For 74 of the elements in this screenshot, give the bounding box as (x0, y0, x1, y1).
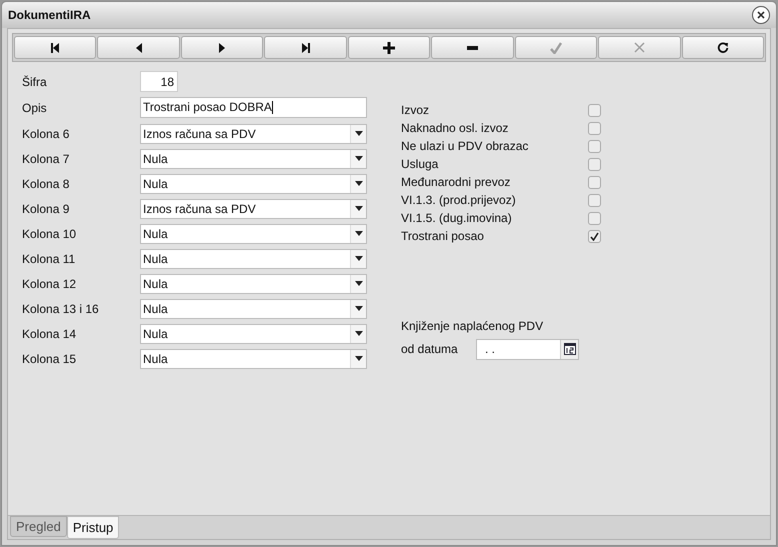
caret-icon (354, 231, 362, 236)
close-button[interactable] (752, 6, 770, 24)
option-label: Usluga (401, 156, 440, 173)
dropdown[interactable]: Nula (140, 248, 367, 268)
close-icon (757, 11, 765, 19)
toolbar-button[interactable] (264, 36, 347, 59)
option-label: VI.1.5. (dug.imovina) (401, 210, 513, 227)
dropdown[interactable]: Iznos računa sa PDV (140, 198, 367, 218)
caret-icon (354, 256, 362, 261)
close-icon (634, 42, 645, 53)
option-label: Trostrani posao (401, 228, 485, 245)
dropdown[interactable]: Iznos računa sa PDV (140, 124, 367, 144)
checkbox[interactable] (588, 194, 601, 206)
caret-icon (354, 306, 362, 311)
field-label: Kolona 6 (22, 126, 70, 142)
date-field[interactable]: . . (476, 338, 579, 360)
checkbox[interactable] (588, 140, 601, 152)
caret-icon (354, 131, 362, 136)
field-label: Kolona 8 (22, 176, 70, 192)
checkbox[interactable] (588, 176, 601, 188)
checkmark-icon (550, 42, 562, 54)
caret-icon (354, 281, 362, 286)
tab[interactable]: Pregled (10, 516, 67, 537)
checkbox[interactable] (588, 230, 601, 242)
checkbox[interactable] (588, 104, 601, 116)
skip-forward-icon (300, 42, 311, 54)
field-label: Kolona 7 (22, 150, 70, 168)
dropdown[interactable]: Nula (140, 324, 367, 344)
caret-icon (354, 356, 362, 361)
window-title: DokumentiIRA (8, 7, 91, 24)
field-label: Kolona 11 (22, 250, 76, 268)
refresh-icon (716, 42, 729, 54)
triangle-right-icon (219, 42, 226, 52)
field-label: Kolona 12 (22, 276, 78, 292)
skip-back-icon (50, 42, 60, 54)
caret-icon (354, 156, 362, 161)
field-label: Kolona 9 (22, 200, 70, 218)
dropdown[interactable]: Nula (140, 224, 367, 244)
checkmark-icon (590, 232, 599, 240)
field-label: Opis (22, 100, 48, 116)
caret-icon (354, 331, 362, 336)
toolbar-button[interactable] (348, 36, 430, 59)
checkbox[interactable] (588, 122, 601, 134)
field-label: Kolona 14 (22, 326, 78, 342)
field-label: Šifra (22, 74, 48, 90)
checkbox[interactable] (588, 212, 601, 224)
calendar-icon (564, 343, 576, 355)
minus-icon (466, 46, 478, 50)
option-label: VI.1.3. (prod.prijevoz) (401, 192, 517, 209)
toolbar-button[interactable] (14, 36, 96, 59)
field-label: Kolona 13 i 16 (22, 300, 100, 318)
dropdown[interactable]: Nula (140, 298, 367, 318)
toolbar-button[interactable] (682, 36, 764, 59)
option-label: Međunarodni prevoz (401, 174, 512, 191)
description-field[interactable]: Trostrani posao DOBRA (140, 97, 367, 118)
field-label: Kolona 15 (22, 350, 78, 368)
option-label: Naknadno osl. izvoz (401, 120, 510, 137)
caret-icon (354, 206, 362, 211)
dropdown[interactable]: Nula (140, 274, 367, 294)
option-label: Ne ulazi u PDV obrazac (401, 138, 530, 155)
toolbar-button[interactable] (431, 36, 514, 59)
plus-icon (382, 42, 395, 54)
checkbox[interactable] (588, 158, 601, 170)
tab[interactable]: Pristup (66, 516, 120, 539)
date-label: od datuma (401, 341, 459, 358)
option-label: Izvoz (401, 102, 430, 119)
dropdown[interactable]: Nula (140, 348, 367, 368)
dropdown[interactable]: Nula (140, 148, 367, 168)
triangle-left-icon (136, 42, 142, 52)
booking-heading: Knjiženje naplaćenog PDV (401, 318, 544, 335)
code-field[interactable]: 18 (140, 71, 178, 92)
dropdown[interactable]: Nula (140, 174, 367, 194)
caret-icon (354, 181, 362, 186)
field-label: Kolona 10 (22, 226, 78, 242)
